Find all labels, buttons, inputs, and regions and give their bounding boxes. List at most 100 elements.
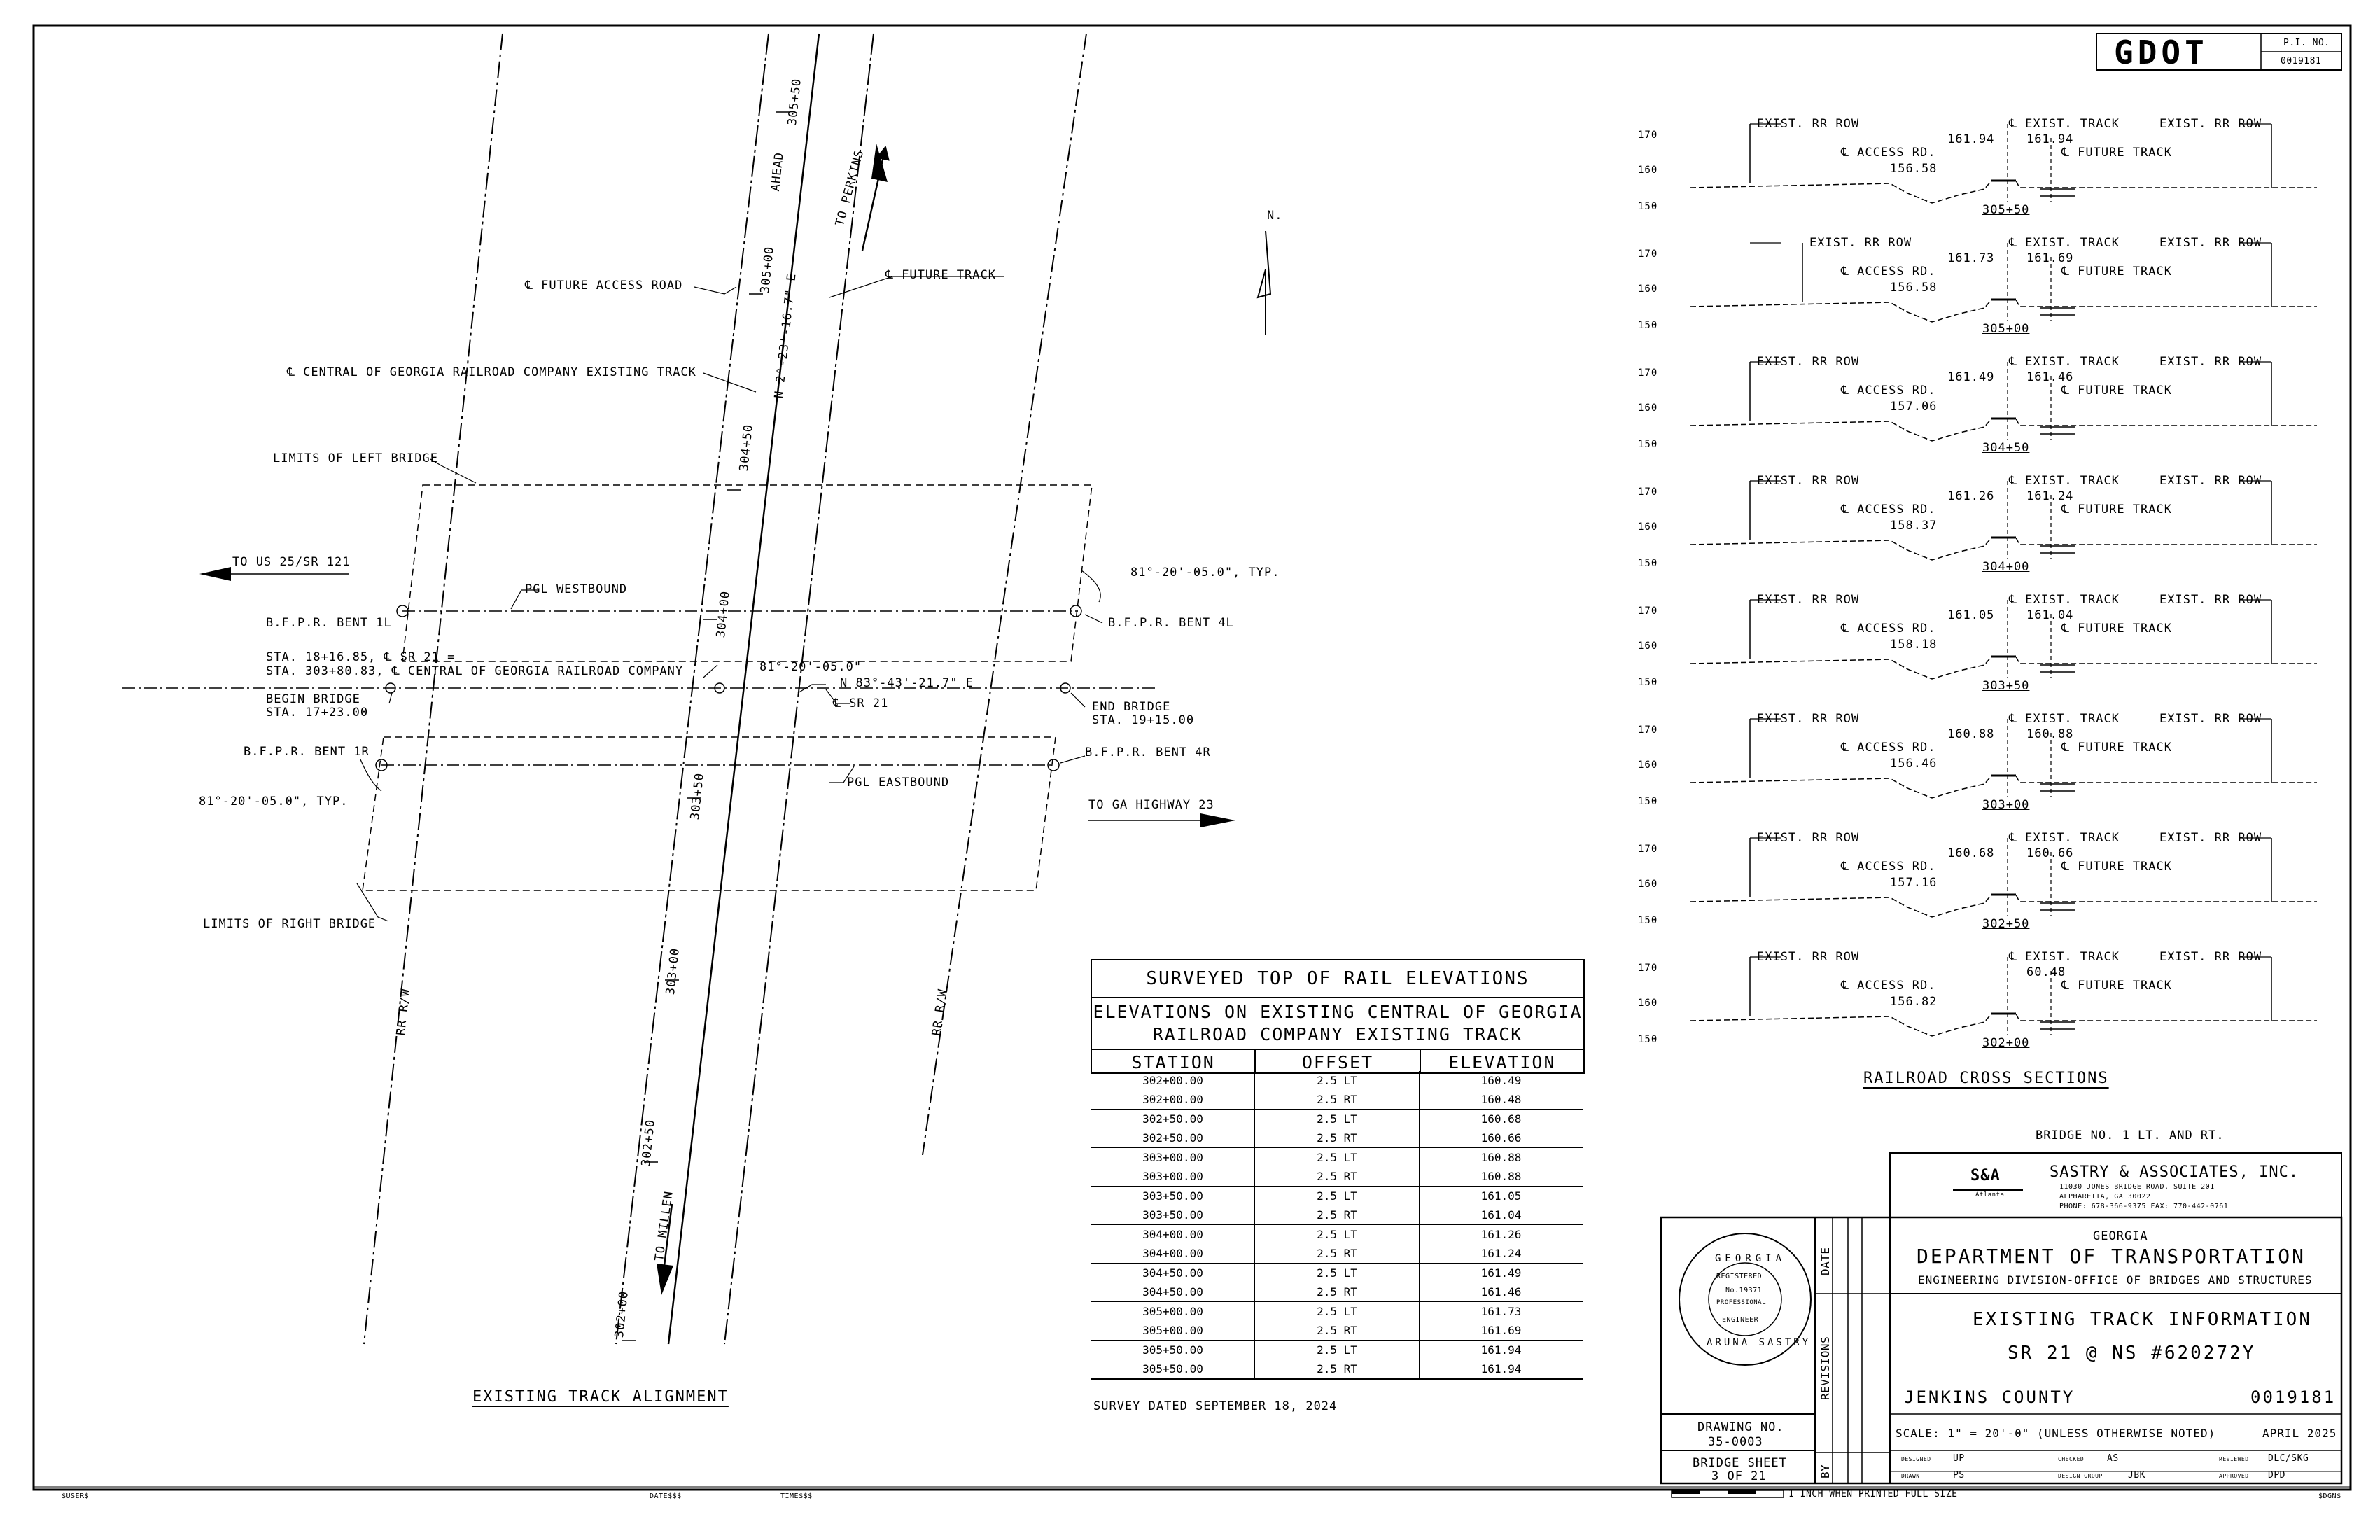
scale-bar-note: 1 INCH WHEN PRINTED FULL SIZE [1788, 1489, 1958, 1499]
road-elevation: 158.18 [1890, 638, 1938, 652]
label-end-bridge: END BRIDGE [1092, 700, 1171, 714]
scale-note: SCALE: 1" = 20'-0" (UNLESS OTHERWISE NOT… [1896, 1427, 2216, 1440]
ground-profile [1690, 299, 2317, 323]
cell-offset: 2.5 LT [1254, 1186, 1420, 1205]
reviewed-value: DLC/SKG [2268, 1453, 2309, 1464]
elev-tick: 160 [1638, 640, 1658, 652]
cell-station: 303+50.00 [1091, 1205, 1255, 1225]
elev-tick: 150 [1638, 915, 1658, 926]
consultant-phone: PHONE: 678-366-9375 FAX: 770-442-0761 [2059, 1203, 2229, 1210]
elevations-table-header: SURVEYED TOP OF RAIL ELEVATIONS ELEVATIO… [1091, 959, 1585, 1074]
county-name: JENKINS COUNTY [1904, 1387, 2076, 1407]
rail-elevation-lt: 161.49 [1947, 370, 1995, 384]
table-row: 302+00.00 2.5 LT 160.49 [1091, 1071, 1583, 1090]
section-station: 305+50 [1982, 203, 2030, 217]
cell-elevation: 161.94 [1419, 1340, 1583, 1359]
table-row: 303+50.00 2.5 RT 161.04 [1091, 1205, 1583, 1225]
bridge-sheet-label: BRIDGE SHEET [1693, 1456, 1787, 1470]
cell-offset: 2.5 LT [1254, 1263, 1420, 1282]
table-row: 305+50.00 2.5 LT 161.94 [1091, 1340, 1583, 1359]
label-access-road: ℄ ACCESS RD. [1841, 384, 1936, 398]
label-to-ga23: TO GA HIGHWAY 23 [1088, 798, 1214, 812]
label-pgl-eastbound: PGL EASTBOUND [847, 776, 950, 790]
footer-date: DATE$$$ [650, 1492, 682, 1500]
label-future-track: ℄ FUTURE TRACK [2062, 622, 2172, 636]
rail-elevation-rt: 160.88 [2026, 727, 2074, 741]
label-exist-track: ℄ EXIST. TRACK [2009, 117, 2120, 131]
drawing-no: 35-0003 [1708, 1435, 1763, 1449]
elevations-subtitle: ELEVATIONS ON EXISTING CENTRAL OF GEORGI… [1092, 998, 1583, 1050]
cell-offset: 2.5 RT [1254, 1359, 1420, 1380]
label-exist-track: ℄ EXIST. TRACK [2009, 355, 2120, 369]
consultant-logo: S&A [1970, 1167, 2001, 1184]
label-exist-rr-row-right: EXIST. RR ROW [2160, 950, 2262, 964]
elev-tick: 170 [1638, 248, 1658, 260]
section-station: 305+00 [1982, 322, 2030, 336]
rail-elevation-rt: 161.24 [2026, 489, 2074, 503]
label-access-road: ℄ ACCESS RD. [1841, 860, 1936, 874]
label-future-track: ℄ FUTURE TRACK [2062, 503, 2172, 517]
col-elevation: ELEVATION [1448, 1051, 1556, 1072]
elevations-table: 302+00.00 2.5 LT 160.49 302+00.00 2.5 RT 160.… [1091, 1071, 1583, 1380]
label-exist-rr-row-left: EXIST. RR ROW [1757, 117, 1860, 131]
drawn-value: PS [1953, 1470, 1965, 1480]
table-row: 305+00.00 2.5 RT 161.69 [1091, 1321, 1583, 1340]
bridge-note: BRIDGE NO. 1 LT. AND RT. [2036, 1128, 2225, 1142]
division-name: ENGINEERING DIVISION-OFFICE OF BRIDGES A… [1918, 1273, 2313, 1287]
label-exist-track: ℄ EXIST. TRACK [2009, 236, 2120, 250]
ground-profile [1690, 656, 2317, 680]
label-begin-bridge: BEGIN BRIDGE [266, 692, 360, 706]
elevations-subtitle-line-1: ELEVATIONS ON EXISTING CENTRAL OF GEORGI… [1093, 1002, 1583, 1022]
sheet-subtitle: SR 21 @ NS #620272Y [2008, 1343, 2256, 1364]
ground-profile [1690, 180, 2317, 204]
elev-tick: 170 [1638, 486, 1658, 498]
label-exist-rr-row-left: EXIST. RR ROW [1757, 474, 1860, 488]
elevations-columns: STATION OFFSET ELEVATION [1092, 1050, 1583, 1074]
label-future-track: ℄ FUTURE TRACK [2062, 384, 2172, 398]
rail-elevation-lt: 161.26 [1947, 489, 1995, 503]
label-limits-right-bridge: LIMITS OF RIGHT BRIDGE [203, 917, 377, 931]
rail-elevation-lt: 161.94 [1947, 132, 1995, 146]
cell-elevation: 160.49 [1419, 1071, 1583, 1090]
cell-station: 304+00.00 [1091, 1224, 1255, 1244]
elev-tick: 160 [1638, 760, 1658, 771]
label-exist-rr-row-left: EXIST. RR ROW [1757, 950, 1860, 964]
cell-station: 302+50.00 [1091, 1109, 1255, 1128]
label-access-road: ℄ ACCESS RD. [1841, 622, 1936, 636]
elev-tick: 160 [1638, 878, 1658, 890]
section-station: 304+50 [1982, 441, 2030, 455]
cell-station: 302+50.00 [1091, 1128, 1255, 1148]
drawing-no-label: DRAWING NO. [1698, 1420, 1784, 1434]
cell-offset: 2.5 RT [1254, 1282, 1420, 1302]
elev-tick: 150 [1638, 558, 1658, 569]
cell-elevation: 160.48 [1419, 1090, 1583, 1110]
label-exist-rr-row-right: EXIST. RR ROW [2160, 474, 2262, 488]
table-row: 305+50.00 2.5 RT 161.94 [1091, 1359, 1583, 1380]
seal-registered: REGISTERED [1716, 1273, 1763, 1280]
elev-tick: 160 [1638, 402, 1658, 414]
cell-offset: 2.5 RT [1254, 1167, 1420, 1186]
label-access-road: ℄ ACCESS RD. [1841, 979, 1936, 993]
rail-elevation-lt: 160.88 [1947, 727, 1995, 741]
cell-offset: 2.5 RT [1254, 1321, 1420, 1340]
ground-profile [1690, 775, 2317, 799]
label-exist-rr-row-right: EXIST. RR ROW [2160, 831, 2262, 845]
label-exist-track: ℄ EXIST. TRACK [2009, 712, 2120, 726]
col-station: STATION [1092, 1050, 1256, 1074]
table-row: 304+00.00 2.5 LT 161.26 [1091, 1224, 1583, 1244]
label-bent-1r: B.F.P.R. BENT 1R [244, 745, 370, 759]
elev-tick: 150 [1638, 1034, 1658, 1045]
road-elevation: 158.37 [1890, 519, 1938, 533]
cell-elevation: 160.88 [1419, 1147, 1583, 1167]
label-sta-eq-2: STA. 303+80.83, ℄ CENTRAL OF GEORGIA RAI… [266, 664, 684, 678]
label-access-road: ℄ ACCESS RD. [1841, 503, 1936, 517]
label-exist-rr-row-left: EXIST. RR ROW [1757, 355, 1860, 369]
ground-profile [1690, 537, 2317, 561]
table-row: 304+50.00 2.5 RT 161.46 [1091, 1282, 1583, 1302]
label-future-track: ℄ FUTURE TRACK [2062, 741, 2172, 755]
cell-station: 304+50.00 [1091, 1263, 1255, 1282]
label-sr21: ℄ SR 21 [833, 696, 889, 710]
label-angle-typ-left: 81°-20'-05.0", TYP. [199, 794, 349, 808]
cell-elevation: 161.94 [1419, 1359, 1583, 1380]
label-exist-rr-row-right: EXIST. RR ROW [2160, 593, 2262, 607]
